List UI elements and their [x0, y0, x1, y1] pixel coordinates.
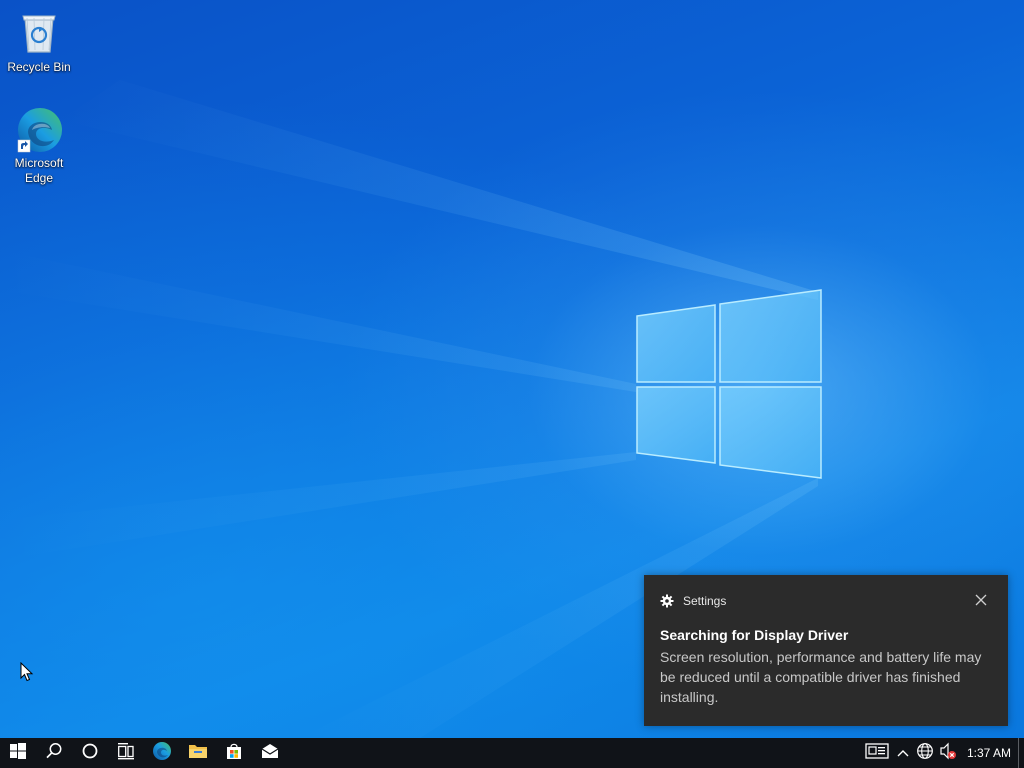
close-icon[interactable]	[974, 593, 988, 607]
edge-icon	[14, 106, 64, 154]
desktop-icon-recycle-bin[interactable]: Recycle Bin	[1, 8, 77, 75]
volume-muted-icon	[939, 742, 957, 765]
mail-button[interactable]	[252, 738, 288, 768]
toast-body: Screen resolution, performance and batte…	[660, 649, 982, 705]
toast-title: Searching for Display Driver	[660, 627, 849, 643]
system-tray: 1:37 AM	[862, 738, 1024, 768]
start-icon	[10, 742, 26, 764]
toast-app-name: Settings	[683, 594, 727, 608]
edge-icon	[152, 741, 172, 766]
volume-button[interactable]	[936, 738, 960, 768]
microsoft-store-button[interactable]	[216, 738, 252, 768]
show-desktop-button[interactable]	[1018, 738, 1024, 768]
windows-logo	[636, 289, 822, 479]
toast-header: Settings	[660, 594, 726, 608]
show-hidden-icons-button[interactable]	[892, 738, 914, 768]
task-view-icon	[117, 742, 135, 765]
file-explorer-button[interactable]	[180, 738, 216, 768]
desktop[interactable]: Recycle Bin Microsoft Edge Settings Sear…	[0, 0, 1024, 738]
network-button[interactable]	[914, 738, 936, 768]
task-view-button[interactable]	[108, 738, 144, 768]
desktop-icon-microsoft-edge[interactable]: Microsoft Edge	[1, 106, 77, 186]
search-button[interactable]	[36, 738, 72, 768]
store-icon	[225, 742, 243, 765]
network-icon	[916, 742, 934, 765]
mail-icon	[261, 743, 279, 764]
news-icon	[865, 742, 889, 764]
taskbar-edge-button[interactable]	[144, 738, 180, 768]
mouse-cursor-icon	[20, 661, 34, 687]
taskbar: 1:37 AM	[0, 738, 1024, 768]
news-button[interactable]	[862, 738, 892, 768]
clock-time: 1:37 AM	[966, 746, 1012, 760]
cortana-icon	[81, 742, 99, 765]
start-button[interactable]	[0, 738, 36, 768]
search-icon	[45, 742, 63, 765]
desktop-icon-label: Recycle Bin	[7, 60, 71, 74]
gear-icon	[660, 594, 674, 608]
cortana-button[interactable]	[72, 738, 108, 768]
toast-notification[interactable]: Settings Searching for Display Driver Sc…	[644, 575, 1008, 726]
chevron-up-icon	[897, 744, 909, 762]
clock[interactable]: 1:37 AM	[960, 738, 1018, 768]
file-explorer-icon	[188, 742, 208, 765]
recycle-bin-icon	[1, 8, 77, 58]
desktop-icon-label: Microsoft Edge	[14, 156, 64, 185]
